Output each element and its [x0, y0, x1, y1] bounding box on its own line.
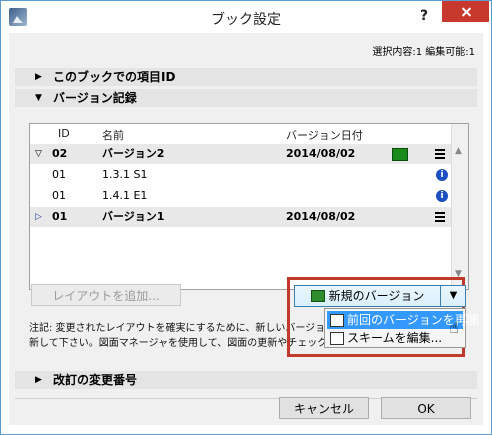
table-row[interactable]: ▷ 01 バージョン1 2014/08/02 [30, 207, 452, 227]
collapse-arrow-icon: ▼ [35, 93, 42, 103]
scheme-icon [330, 332, 344, 345]
ok-button[interactable]: OK [381, 397, 471, 419]
row-id: 02 [52, 147, 68, 160]
column-header-id[interactable]: ID [58, 127, 70, 140]
expand-arrow-icon[interactable]: ▷ [35, 207, 42, 227]
menu-item-label: スキームを編集... [347, 331, 443, 345]
expand-arrow-icon: ▶ [35, 72, 42, 82]
dialog-window: ブック設定 ? 選択内容:1 編集可能:1 ▶ このブックでの項目ID ▼ バー… [0, 0, 492, 435]
mouse-cursor-icon: ☝ [449, 318, 459, 337]
table-row[interactable]: 01 1.4.1 E1 i [30, 186, 452, 206]
new-version-button[interactable]: 新規のバージョン [295, 286, 440, 306]
column-header-date[interactable]: バージョン日付 [286, 127, 363, 143]
section-version-history[interactable]: ▼ バージョン記録 [15, 89, 477, 107]
section-label: 改訂の変更番号 [53, 373, 138, 387]
title-bar: ブック設定 ? [1, 1, 491, 33]
info-icon[interactable]: i [436, 169, 448, 181]
menu-item-edit-scheme[interactable]: スキームを編集... [327, 329, 463, 347]
list-icon[interactable] [435, 149, 445, 159]
add-layout-button[interactable]: レイアウトを追加... [31, 284, 181, 306]
column-header-name[interactable]: 名前 [102, 127, 124, 143]
row-name: 1.4.1 E1 [102, 189, 148, 202]
row-id: 01 [52, 168, 66, 181]
section-item-id[interactable]: ▶ このブックでの項目ID [15, 68, 477, 86]
row-id: 01 [52, 189, 66, 202]
dropdown-arrow-icon[interactable]: ▼ [440, 286, 466, 306]
table-row[interactable]: 01 1.3.1 S1 i [30, 165, 452, 185]
menu-item-label: 前回のバージョンを再開 [347, 313, 479, 327]
close-button[interactable] [442, 1, 489, 22]
new-version-dropdown: 前回のバージョンを再開 スキームを編集... [324, 308, 479, 348]
info-icon[interactable]: i [436, 190, 448, 202]
scroll-up-icon[interactable]: ▲ [455, 146, 462, 156]
collapse-arrow-icon[interactable]: ▽ [35, 144, 42, 164]
row-id: 01 [52, 210, 68, 223]
new-version-icon [310, 290, 325, 302]
table-row[interactable]: ▽ 02 バージョン2 2014/08/02 [30, 144, 452, 164]
menu-item-resume-previous[interactable]: 前回のバージョンを再開 [327, 311, 479, 329]
new-version-label: 新規のバージョン [328, 289, 425, 303]
section-revision-number[interactable]: ▶ 改訂の変更番号 [15, 371, 477, 389]
row-name: バージョン1 [102, 210, 165, 223]
section-label: このブックでの項目ID [53, 70, 176, 84]
row-date: 2014/08/02 [286, 210, 356, 223]
layout-status-icon [392, 148, 408, 161]
version-table: ID 名前 バージョン日付 ▽ 02 バージョン2 2014/08/02 01 … [29, 123, 469, 290]
list-icon[interactable] [435, 212, 445, 222]
row-name: 1.3.1 S1 [102, 168, 148, 181]
new-version-split-button[interactable]: 新規のバージョン ▼ [294, 285, 466, 307]
row-name: バージョン2 [102, 147, 165, 160]
section-label: バージョン記録 [53, 91, 137, 105]
help-button[interactable]: ? [411, 5, 437, 27]
cancel-button[interactable]: キャンセル [279, 397, 369, 419]
resume-version-icon [330, 314, 344, 327]
row-date: 2014/08/02 [286, 147, 356, 160]
dialog-content: 選択内容:1 編集可能:1 ▶ このブックでの項目ID ▼ バージョン記録 ID… [9, 33, 483, 425]
table-scrollbar[interactable]: ▲ ▼ [451, 124, 468, 289]
selection-info: 選択内容:1 編集可能:1 [372, 47, 475, 58]
expand-arrow-icon: ▶ [35, 375, 42, 385]
